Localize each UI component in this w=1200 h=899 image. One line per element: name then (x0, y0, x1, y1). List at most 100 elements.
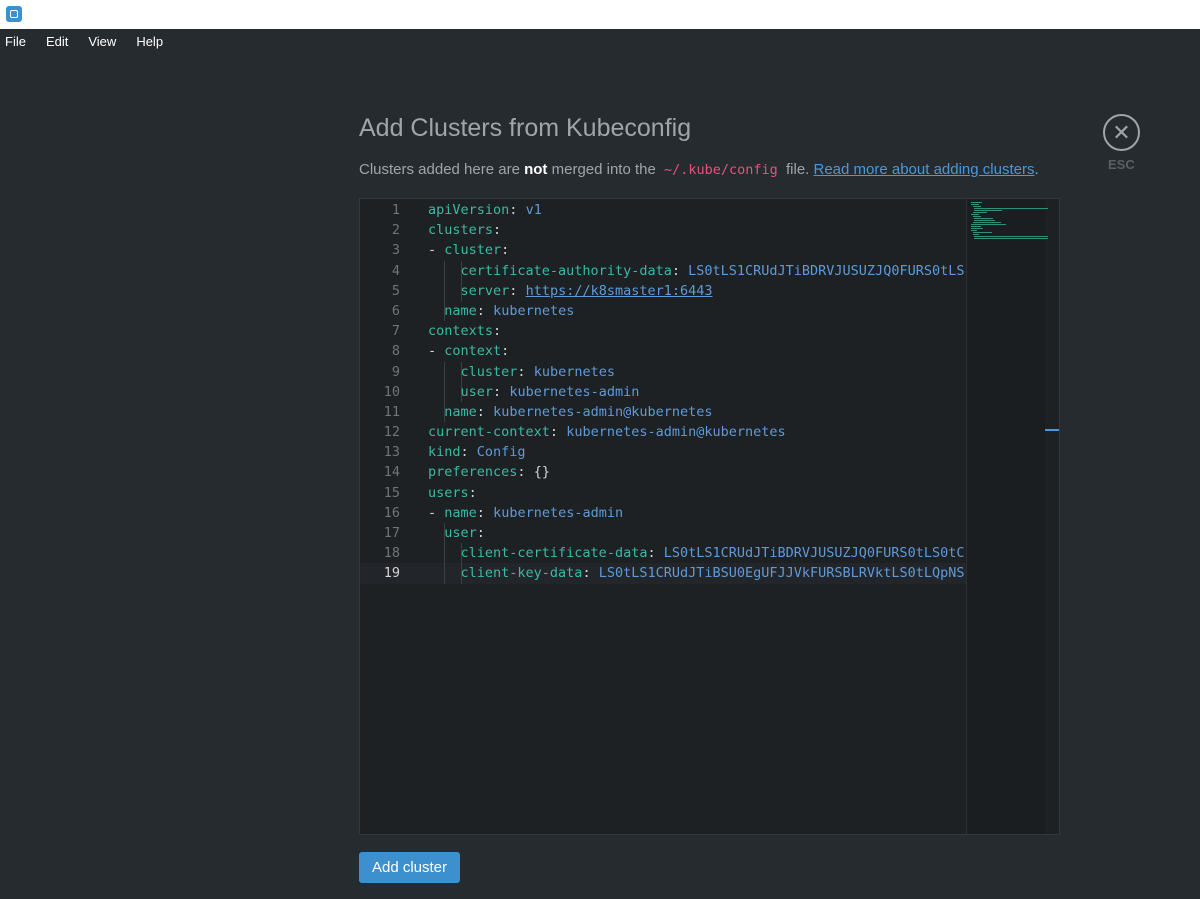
code-text: clusters: (428, 222, 502, 239)
line-number: 8 (391, 343, 400, 360)
read-more-link[interactable]: Read more about adding clusters (814, 161, 1035, 178)
minimap-line (971, 228, 983, 229)
menu-edit[interactable]: Edit (46, 34, 78, 49)
line-number: 1 (391, 202, 400, 218)
line-number: 10 (383, 383, 400, 400)
title-bar (0, 0, 1200, 29)
line-number: 6 (391, 302, 400, 319)
close-button[interactable]: ✕ (1103, 114, 1140, 151)
line-number: 18 (383, 545, 400, 562)
subtitle-text-mid: merged into the (547, 161, 661, 178)
code-text: contexts: (428, 323, 502, 340)
line-number: 4 (391, 262, 400, 279)
minimap-line (972, 234, 979, 235)
minimap-line (971, 214, 979, 215)
line-number: 17 (383, 525, 400, 541)
line-number: 5 (391, 282, 400, 299)
line-number: 16 (383, 504, 400, 521)
minimap-line (972, 216, 982, 217)
minimap-line (971, 204, 979, 205)
code-line[interactable]: 5 server: https://k8smaster1:6443 (360, 280, 966, 301)
line-number: 19 (383, 565, 400, 582)
kubeconfig-path: ~/.kube/config (664, 162, 778, 178)
minimap-line (971, 224, 1007, 225)
minimap-line (972, 222, 1001, 223)
code-line[interactable]: 4 certificate-authority-data: LS0tLS1CRU… (360, 260, 966, 281)
minimap-line (971, 202, 983, 203)
code-text: server: https://k8smaster1:6443 (460, 282, 713, 299)
line-number: 3 (391, 242, 400, 259)
kubeconfig-editor[interactable]: 1 apiVersion: v1 2 clusters: 3- cluster: 4 ce… (359, 198, 1060, 835)
code-line[interactable]: 9 cluster: kubernetes (360, 361, 966, 382)
menu-bar: File Edit View Help (0, 29, 1200, 53)
minimap-line (971, 230, 977, 231)
subtitle-bold-text: not (524, 161, 548, 178)
code-area[interactable]: 1 apiVersion: v1 2 clusters: 3- cluster: 4 ce… (360, 199, 966, 834)
code-text: client-certificate-data: LS0tLS1CRUdJTiB… (460, 545, 965, 562)
minimap-line (974, 218, 993, 219)
code-line[interactable]: 18 client-certificate-data: LS0tLS1CRUdJ… (360, 543, 966, 564)
line-number: 9 (391, 363, 400, 380)
code-text: name: kubernetes (444, 302, 575, 319)
minimap-line (974, 210, 1003, 211)
minimap-line (971, 226, 981, 227)
server-url-link[interactable]: https://k8smaster1:6443 (526, 283, 713, 299)
minimap-line (972, 206, 982, 207)
minimap-line (974, 236, 1049, 237)
code-text: user: (444, 525, 485, 541)
menu-view[interactable]: View (88, 34, 126, 49)
code-text: client-key-data: LS0tLS1CRUdJTiBSU0EgUFJ… (460, 565, 965, 582)
menu-help[interactable]: Help (136, 34, 173, 49)
code-text: - cluster: (428, 242, 510, 259)
line-number: 13 (383, 444, 400, 461)
code-line[interactable]: 15 users: (360, 483, 966, 503)
code-line[interactable]: 19 client-key-data: LS0tLS1CRUdJTiBSU0Eg… (360, 563, 966, 584)
menu-file[interactable]: File (5, 34, 36, 49)
line-number: 11 (383, 403, 400, 420)
subtitle-text-end: . (1034, 161, 1039, 178)
line-number: 2 (391, 222, 400, 239)
code-line[interactable]: 8 - context: (360, 341, 966, 361)
subtitle-text-start: Clusters added here are (359, 161, 525, 178)
line-number: 7 (391, 323, 400, 340)
code-line[interactable]: 1 apiVersion: v1 (360, 200, 966, 220)
code-text: apiVersion: v1 (428, 202, 542, 218)
code-text: name: kubernetes-admin@kubernetes (444, 403, 713, 420)
minimap-line (974, 238, 1049, 239)
code-text: - name: kubernetes-admin (428, 504, 624, 521)
line-number: 14 (383, 464, 400, 481)
add-cluster-button[interactable]: Add cluster (359, 852, 460, 883)
page-subtitle: Clusters added here are not merged into … (359, 161, 1039, 178)
code-text: user: kubernetes-admin (460, 383, 640, 400)
minimap-line (974, 220, 995, 221)
code-line[interactable]: 17 user: (360, 523, 966, 544)
code-line[interactable]: 3 - cluster: (360, 240, 966, 260)
code-line[interactable]: 11 name: kubernetes-admin@kubernetes (360, 401, 966, 423)
code-text: - context: (428, 343, 510, 360)
code-line[interactable]: 7 contexts: (360, 321, 966, 341)
code-text: preferences: {} (428, 464, 550, 481)
line-number: 12 (383, 424, 400, 441)
code-text: certificate-authority-data: LS0tLS1CRUdJ… (460, 262, 965, 279)
app-logo-icon (6, 6, 22, 22)
subtitle-text-post: file. (781, 161, 814, 178)
code-line[interactable]: 16 - name: kubernetes-admin (360, 503, 966, 523)
code-line[interactable]: 12 current-context: kubernetes-admin@kube… (360, 422, 966, 442)
code-line[interactable]: 2 clusters: (360, 220, 966, 240)
code-line[interactable]: 10 user: kubernetes-admin (360, 381, 966, 402)
close-icon: ✕ (1112, 119, 1131, 145)
code-line[interactable]: 6 name: kubernetes (360, 300, 966, 322)
page-title: Add Clusters from Kubeconfig (359, 114, 692, 142)
minimap-line (974, 208, 1049, 209)
scrollbar-cursor-marker (1045, 429, 1059, 431)
line-number: 15 (383, 484, 400, 501)
code-text: kind: Config (428, 444, 526, 461)
minimap-line (972, 232, 992, 233)
code-text: current-context: kubernetes-admin@kubern… (428, 424, 786, 441)
editor-minimap[interactable] (966, 199, 1049, 834)
esc-label: ESC (1108, 157, 1135, 172)
code-line[interactable]: 14 preferences: {} (360, 462, 966, 482)
code-text: users: (428, 484, 477, 501)
code-line[interactable]: 13 kind: Config (360, 442, 966, 462)
minimap-line (972, 212, 987, 213)
